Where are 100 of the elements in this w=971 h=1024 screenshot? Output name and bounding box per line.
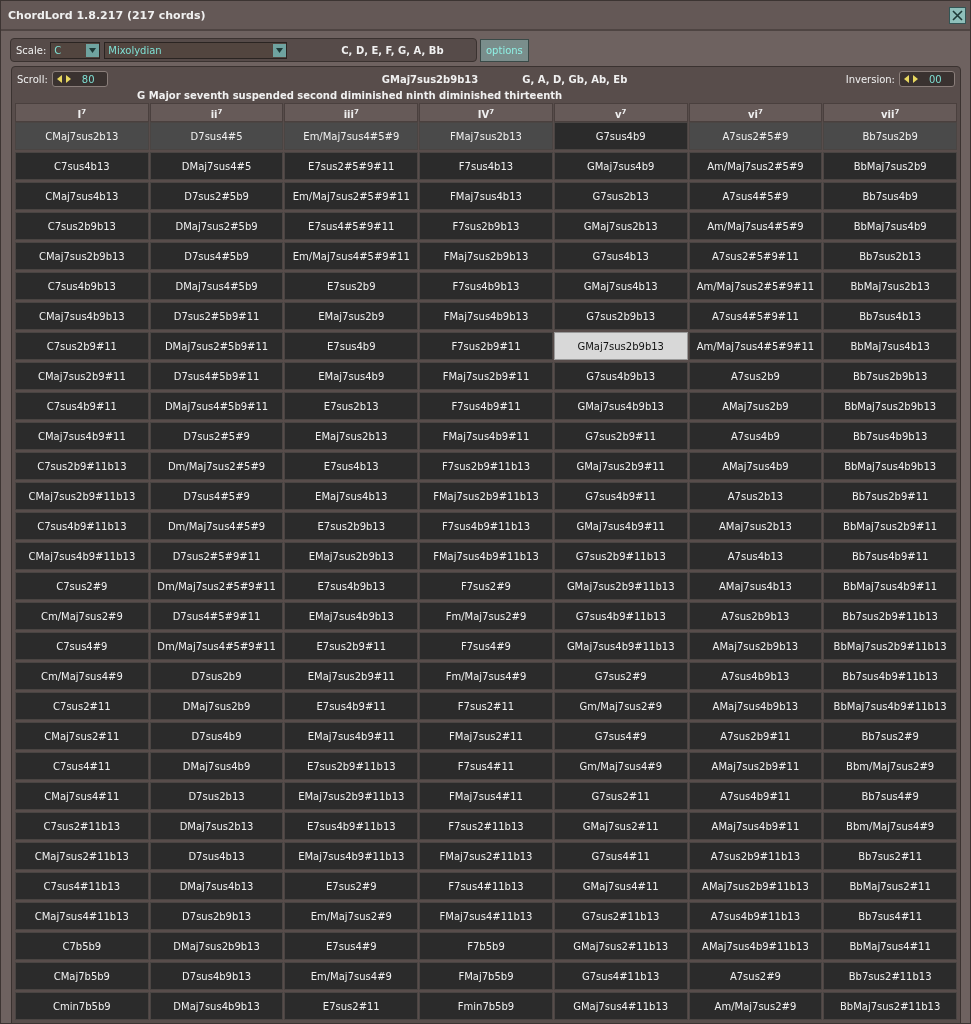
chord-button[interactable]: Fmin7b5b9 [419, 992, 553, 1020]
chord-button[interactable]: GMaj7sus2b9b13 [553, 332, 688, 360]
chord-button[interactable]: E7sus4b9 [284, 332, 419, 360]
chord-button[interactable]: E7sus2#5#9#11 [284, 152, 419, 180]
chord-button[interactable]: D7sus4#5 [149, 122, 284, 150]
chord-button[interactable]: Bb7sus4#9 [823, 782, 957, 810]
chord-button[interactable]: Fm/Maj7sus4#9 [419, 662, 553, 690]
chord-button[interactable]: BbMaj7sus4#11 [823, 932, 957, 960]
chord-button[interactable]: Em/Maj7sus4#5#9#11 [284, 242, 419, 270]
chord-button[interactable]: E7sus4b9#11b13 [284, 812, 419, 840]
chord-button[interactable]: BbMaj7sus4b9b13 [823, 452, 957, 480]
mode-dropdown[interactable]: Mixolydian [104, 41, 288, 59]
chord-button[interactable]: D7sus4b9b13 [149, 962, 284, 990]
chord-button[interactable]: DMaj7sus4b9 [149, 752, 284, 780]
chord-button[interactable]: E7sus2b9#11 [284, 632, 419, 660]
chord-button[interactable]: CMaj7b5b9 [15, 962, 149, 990]
chord-button[interactable]: A7sus2#5#9 [688, 122, 823, 150]
chord-button[interactable]: DMaj7sus2b9b13 [149, 932, 284, 960]
chord-button[interactable]: D7sus4#5#9#11 [149, 602, 284, 630]
chord-button[interactable]: Dm/Maj7sus2#5#9#11 [149, 572, 284, 600]
chord-button[interactable]: Dm/Maj7sus2#5#9 [149, 452, 284, 480]
chord-button[interactable]: E7sus2b9#11b13 [284, 752, 419, 780]
chord-button[interactable]: A7sus2b9b13 [688, 602, 823, 630]
chord-button[interactable]: AMaj7sus2b13 [688, 512, 823, 540]
chord-button[interactable]: A7sus2b9#11 [688, 722, 823, 750]
chord-button[interactable]: FMaj7sus4b13 [419, 182, 553, 210]
chord-button[interactable]: Bb7sus2b9 [823, 122, 957, 150]
chord-button[interactable]: Am/Maj7sus2#5#9#11 [688, 272, 823, 300]
chord-button[interactable]: Bb7sus2#9 [823, 722, 957, 750]
chord-button[interactable]: FMaj7sus4b9#11 [419, 422, 553, 450]
chord-button[interactable]: C7sus4b9#11 [15, 392, 149, 420]
chord-button[interactable]: CMaj7sus4b9b13 [15, 302, 149, 330]
chord-button[interactable]: BbMaj7sus2b9#11 [823, 512, 957, 540]
chord-button[interactable]: Bbm/Maj7sus4#9 [823, 812, 957, 840]
chord-button[interactable]: C7sus2#9 [15, 572, 149, 600]
chord-button[interactable]: FMaj7sus2b13 [419, 122, 553, 150]
chord-button[interactable]: CMaj7sus4#11b13 [15, 902, 149, 930]
chord-button[interactable]: C7sus2#11b13 [15, 812, 149, 840]
chord-button[interactable]: Dm/Maj7sus4#5#9 [149, 512, 284, 540]
chord-button[interactable]: Am/Maj7sus2#9 [688, 992, 823, 1020]
chord-button[interactable]: Bbm/Maj7sus2#9 [823, 752, 957, 780]
chord-button[interactable]: C7sus4b13 [15, 152, 149, 180]
chord-button[interactable]: EMaj7sus4b13 [284, 482, 419, 510]
chord-button[interactable]: GMaj7sus2#11b13 [553, 932, 688, 960]
chord-button[interactable]: AMaj7sus2b9#11 [688, 752, 823, 780]
chord-button[interactable]: G7sus4#9 [553, 722, 688, 750]
chord-button[interactable]: DMaj7sus2#5b9 [149, 212, 284, 240]
chord-button[interactable]: A7sus4b13 [688, 542, 823, 570]
chord-button[interactable]: Bb7sus2b9#11b13 [823, 602, 957, 630]
chord-button[interactable]: BbMaj7sus4b9 [823, 212, 957, 240]
chord-button[interactable]: EMaj7sus4b9#11b13 [284, 842, 419, 870]
chord-button[interactable]: G7sus2#11b13 [553, 902, 688, 930]
chord-button[interactable]: A7sus2#9 [688, 962, 823, 990]
chord-button[interactable]: F7sus2#11b13 [419, 812, 553, 840]
chord-button[interactable]: CMaj7sus4b9#11b13 [15, 542, 149, 570]
chord-button[interactable]: DMaj7sus4#5 [149, 152, 284, 180]
chord-button[interactable]: Bb7sus2b9#11 [823, 482, 957, 510]
chord-button[interactable]: BbMaj7sus4b9#11 [823, 572, 957, 600]
chord-button[interactable]: D7sus4#5b9 [149, 242, 284, 270]
chord-button[interactable]: GMaj7sus2b13 [553, 212, 688, 240]
chord-button[interactable]: Am/Maj7sus4#5#9 [688, 212, 823, 240]
chord-button[interactable]: BbMaj7sus2#11b13 [823, 992, 957, 1020]
chord-button[interactable]: D7sus4b9 [149, 722, 284, 750]
chord-button[interactable]: G7sus2b9#11 [553, 422, 688, 450]
chord-button[interactable]: FMaj7b5b9 [419, 962, 553, 990]
chord-button[interactable]: BbMaj7sus2b13 [823, 272, 957, 300]
chord-button[interactable]: AMaj7sus4b9b13 [688, 692, 823, 720]
chord-button[interactable]: CMaj7sus2b13 [15, 122, 149, 150]
chord-button[interactable]: F7sus4b9b13 [419, 272, 553, 300]
chord-button[interactable]: G7sus4b9b13 [553, 362, 688, 390]
chord-button[interactable]: FMaj7sus2b9#11 [419, 362, 553, 390]
chord-button[interactable]: Gm/Maj7sus2#9 [553, 692, 688, 720]
chord-button[interactable]: GMaj7sus4b9#11 [553, 512, 688, 540]
chord-button[interactable]: GMaj7sus4b9 [553, 152, 688, 180]
chord-button[interactable]: Bb7sus2b13 [823, 242, 957, 270]
chord-button[interactable]: G7sus2#9 [553, 662, 688, 690]
chord-button[interactable]: A7sus4b9#11b13 [688, 902, 823, 930]
chord-button[interactable]: GMaj7sus2#11 [553, 812, 688, 840]
chord-button[interactable]: F7sus4#11b13 [419, 872, 553, 900]
chord-button[interactable]: FMaj7sus2b9b13 [419, 242, 553, 270]
chord-button[interactable]: EMaj7sus2b9b13 [284, 542, 419, 570]
chord-button[interactable]: D7sus4#5b9#11 [149, 362, 284, 390]
chord-button[interactable]: FMaj7sus4#11b13 [419, 902, 553, 930]
chord-button[interactable]: BbMaj7sus4b13 [823, 332, 957, 360]
chord-button[interactable]: D7sus4b13 [149, 842, 284, 870]
chord-button[interactable]: Bb7sus4#11 [823, 902, 957, 930]
chord-button[interactable]: F7sus2b9b13 [419, 212, 553, 240]
chord-button[interactable]: DMaj7sus4b9b13 [149, 992, 284, 1020]
chord-button[interactable]: GMaj7sus4#11 [553, 872, 688, 900]
chord-button[interactable]: Em/Maj7sus4#9 [284, 962, 419, 990]
chord-button[interactable]: Cmin7b5b9 [15, 992, 149, 1020]
chord-button[interactable]: BbMaj7sus2#11 [823, 872, 957, 900]
chord-button[interactable]: E7sus2#11 [284, 992, 419, 1020]
chord-button[interactable]: CMaj7sus4#11 [15, 782, 149, 810]
chord-button[interactable]: F7sus4b9#11 [419, 392, 553, 420]
chord-button[interactable]: BbMaj7sus4b9#11b13 [823, 692, 957, 720]
chord-button[interactable]: Bb7sus4b9#11 [823, 542, 957, 570]
chord-button[interactable]: F7sus2#9 [419, 572, 553, 600]
chord-button[interactable]: FMaj7sus2b9#11b13 [419, 482, 553, 510]
chord-button[interactable]: AMaj7sus4b13 [688, 572, 823, 600]
